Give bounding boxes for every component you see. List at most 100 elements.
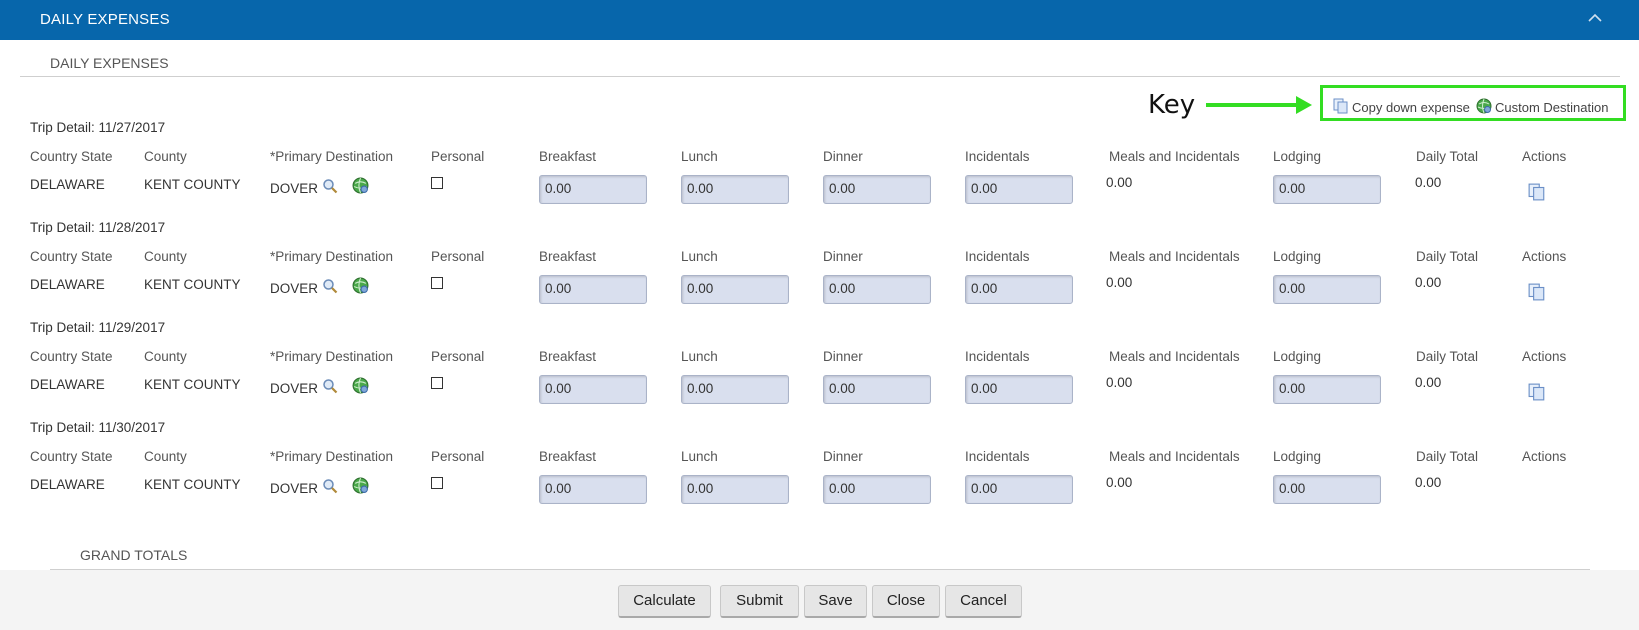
- breakfast-input[interactable]: 0.00: [539, 275, 647, 304]
- copy-icon[interactable]: [1528, 283, 1546, 306]
- magnifier-icon[interactable]: [322, 478, 338, 499]
- column-header: Breakfast: [539, 149, 597, 164]
- column-header: Lodging: [1273, 449, 1322, 464]
- globe-icon[interactable]: [352, 377, 369, 399]
- column-header: Personal: [431, 149, 485, 164]
- lodging-input[interactable]: 0.00: [1273, 275, 1381, 304]
- trip-title: Trip Detail: 11/28/2017: [30, 220, 166, 235]
- county-value: KENT COUNTY: [144, 377, 241, 392]
- close-button[interactable]: Close: [872, 585, 940, 618]
- column-header: Country State: [30, 249, 113, 264]
- country-state-value: DELAWARE: [30, 377, 105, 392]
- trip-detail-block: Trip Detail: 11/27/2017 Country State Coun…: [0, 120, 1639, 220]
- column-header: Dinner: [823, 149, 863, 164]
- column-header: Lunch: [681, 249, 718, 264]
- column-header: Dinner: [823, 449, 863, 464]
- column-header: Incidentals: [965, 249, 1030, 264]
- incidentals-input[interactable]: 0.00: [965, 475, 1073, 504]
- trip-detail-block: Trip Detail: 11/29/2017 Country State Coun…: [0, 320, 1639, 420]
- magnifier-icon[interactable]: [322, 278, 338, 299]
- globe-icon[interactable]: [352, 277, 369, 299]
- key-custom-label: Custom Destination: [1495, 100, 1609, 115]
- column-header: Actions: [1522, 449, 1567, 464]
- trip-title: Trip Detail: 11/27/2017: [30, 120, 166, 135]
- lodging-input[interactable]: 0.00: [1273, 375, 1381, 404]
- daily-total-value: 0.00: [1415, 475, 1442, 490]
- country-state-value: DELAWARE: [30, 477, 105, 492]
- column-header: *Primary Destination: [270, 449, 394, 464]
- cancel-button[interactable]: Cancel: [945, 585, 1022, 618]
- column-header: Actions: [1522, 349, 1567, 364]
- county-value: KENT COUNTY: [144, 277, 241, 292]
- lodging-input[interactable]: 0.00: [1273, 475, 1381, 504]
- country-state-value: DELAWARE: [30, 177, 105, 192]
- globe-icon: [1476, 98, 1492, 117]
- lodging-input[interactable]: 0.00: [1273, 175, 1381, 204]
- lunch-input[interactable]: 0.00: [681, 375, 789, 404]
- column-header: Actions: [1522, 249, 1567, 264]
- divider: [20, 76, 1620, 77]
- copy-icon[interactable]: [1528, 383, 1546, 406]
- key-item-copy: Copy down expense: [1333, 98, 1470, 117]
- magnifier-icon[interactable]: [322, 378, 338, 399]
- incidentals-input[interactable]: 0.00: [965, 275, 1073, 304]
- breakfast-input[interactable]: 0.00: [539, 475, 647, 504]
- incidentals-input[interactable]: 0.00: [965, 175, 1073, 204]
- column-header: *Primary Destination: [270, 349, 394, 364]
- section-title: DAILY EXPENSES: [50, 55, 169, 71]
- chevron-up-icon[interactable]: [1585, 8, 1605, 28]
- column-header: Breakfast: [539, 449, 597, 464]
- trip-detail-block: Trip Detail: 11/28/2017 Country State Coun…: [0, 220, 1639, 320]
- daily-total-value: 0.00: [1415, 175, 1442, 190]
- destination-value: DOVER: [270, 480, 319, 496]
- save-button[interactable]: Save: [804, 585, 867, 618]
- column-header: Personal: [431, 349, 485, 364]
- magnifier-icon[interactable]: [322, 178, 338, 199]
- section-header-bar[interactable]: DAILY EXPENSES: [0, 0, 1639, 40]
- personal-checkbox[interactable]: [431, 377, 443, 389]
- breakfast-input[interactable]: 0.00: [539, 175, 647, 204]
- meals-incidentals-value: 0.00: [1106, 375, 1133, 390]
- copy-icon[interactable]: [1528, 183, 1546, 206]
- column-header: Incidentals: [965, 449, 1030, 464]
- personal-checkbox[interactable]: [431, 277, 443, 289]
- column-header: *Primary Destination: [270, 249, 394, 264]
- column-header: Incidentals: [965, 349, 1030, 364]
- dinner-input[interactable]: 0.00: [823, 375, 931, 404]
- column-header: Incidentals: [965, 149, 1030, 164]
- column-header: Country State: [30, 149, 113, 164]
- column-header: Lodging: [1273, 249, 1322, 264]
- lunch-input[interactable]: 0.00: [681, 275, 789, 304]
- section-header-title: DAILY EXPENSES: [40, 11, 170, 28]
- incidentals-input[interactable]: 0.00: [965, 375, 1073, 404]
- column-header: Lodging: [1273, 349, 1322, 364]
- lunch-input[interactable]: 0.00: [681, 475, 789, 504]
- lunch-input[interactable]: 0.00: [681, 175, 789, 204]
- grand-totals-title: GRAND TOTALS: [80, 547, 188, 563]
- personal-checkbox[interactable]: [431, 177, 443, 189]
- trip-detail-block: Trip Detail: 11/30/2017 Country State Coun…: [0, 420, 1639, 520]
- dinner-input[interactable]: 0.00: [823, 475, 931, 504]
- destination-value: DOVER: [270, 380, 319, 396]
- trip-title: Trip Detail: 11/30/2017: [30, 420, 166, 435]
- column-header: Country State: [30, 449, 113, 464]
- daily-total-value: 0.00: [1415, 375, 1442, 390]
- dinner-input[interactable]: 0.00: [823, 175, 931, 204]
- column-header: Meals and Incidentals: [1109, 249, 1240, 264]
- column-header: County: [144, 249, 187, 264]
- key-copy-label: Copy down expense: [1352, 100, 1470, 115]
- column-header: Meals and Incidentals: [1109, 149, 1240, 164]
- column-header: Personal: [431, 249, 485, 264]
- primary-destination: DOVER: [270, 277, 369, 299]
- footer-bar: Calculate Submit Save Close Cancel: [0, 570, 1639, 630]
- globe-icon[interactable]: [352, 477, 369, 499]
- county-value: KENT COUNTY: [144, 477, 241, 492]
- calculate-button[interactable]: Calculate: [618, 585, 711, 618]
- submit-button[interactable]: Submit: [720, 585, 799, 618]
- breakfast-input[interactable]: 0.00: [539, 375, 647, 404]
- personal-checkbox[interactable]: [431, 477, 443, 489]
- dinner-input[interactable]: 0.00: [823, 275, 931, 304]
- key-label: Key: [1148, 90, 1196, 120]
- meals-incidentals-value: 0.00: [1106, 475, 1133, 490]
- globe-icon[interactable]: [352, 177, 369, 199]
